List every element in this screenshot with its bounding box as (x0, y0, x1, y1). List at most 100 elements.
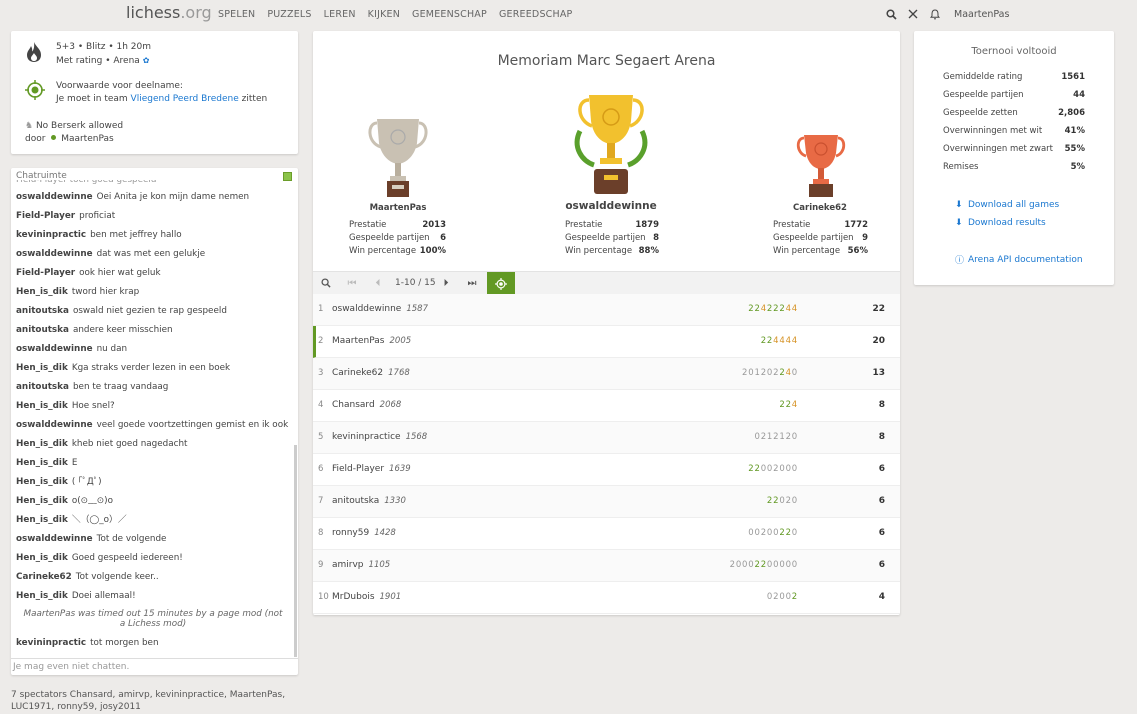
last-page-icon[interactable]: ⏭ (459, 272, 485, 294)
score-sheet: 22020 (767, 496, 798, 506)
chat-scrollbar[interactable] (294, 445, 297, 657)
chat-message: Hen_is_dik o(⊙﹏⊙)o (11, 492, 295, 511)
prev-page-icon[interactable]: ⏴ (365, 272, 391, 294)
player-name[interactable]: Carineke62 1768 (332, 368, 410, 378)
rank: 10 (318, 592, 329, 602)
nav-link-watch[interactable]: KIJKEN (368, 9, 400, 20)
chat-username[interactable]: Hen_is_dik (16, 287, 68, 297)
chat-username[interactable]: kevininpractic (16, 638, 86, 648)
standings-row[interactable]: 1 oswalddewinne 1587 22422244 22 (313, 294, 900, 326)
standings-row[interactable]: 5 kevininpractice 1568 0212120 8 (313, 422, 900, 454)
chat-text: nu dan (96, 344, 128, 354)
player-rating: 1428 (374, 528, 396, 538)
online-dot-icon (51, 135, 57, 140)
nav-link-play[interactable]: SPELEN (218, 9, 255, 20)
rank: 3 (318, 368, 324, 378)
standings-row[interactable]: 3 Carineke62 1768 201202240 13 (313, 358, 900, 390)
target-icon (25, 80, 45, 103)
standings-row[interactable]: 2 MaartenPas 2005 224444 20 (313, 326, 900, 358)
game-score: 0 (791, 368, 798, 378)
total-score: 20 (872, 336, 885, 346)
download-icon: ⬇ (955, 200, 963, 210)
chat-message: anitoutska ben te traag vandaag (11, 378, 295, 397)
nav-link-tools[interactable]: GEREEDSCHAP (499, 9, 573, 20)
standings-pager: ⏮ ⏴ 1-10 / 15 ⏵ ⏭ (313, 271, 900, 295)
player-name[interactable]: amirvp 1105 (332, 560, 390, 570)
bell-icon[interactable] (928, 7, 942, 21)
berserk-icon: ♞ (25, 121, 34, 131)
chat-username[interactable]: oswalddewinne (16, 534, 93, 544)
total-score: 6 (878, 464, 885, 474)
api-docs-link[interactable]: ⓘ Arena API documentation (955, 253, 1083, 267)
standings-table: 1 oswalddewinne 1587 22422244 22 2 MaartenPas 2… (313, 294, 900, 614)
chat-username[interactable]: Hen_is_dik (16, 591, 68, 601)
chat-text: Hoe snel? (71, 401, 115, 411)
chat-username[interactable]: anitoutska (16, 325, 69, 335)
chat-message: Hen_is_dik kheb niet goed nagedacht (11, 435, 295, 454)
player-name[interactable]: MrDubois 1901 (332, 592, 401, 602)
player-name[interactable]: Chansard 2068 (332, 400, 401, 410)
chat-username[interactable]: anitoutska (16, 382, 69, 392)
standings-row[interactable]: 7 anitoutska 1330 22020 6 (313, 486, 900, 518)
player-rating: 1768 (388, 368, 410, 378)
chat-username[interactable]: Hen_is_dik (16, 553, 68, 563)
first-page-icon[interactable]: ⏮ (339, 272, 365, 294)
player-name[interactable]: kevininpractice 1568 (332, 432, 427, 442)
chat-message: kevininpractic tot morgen ben (11, 634, 295, 653)
tournament-summary: Toernooi voltooid Gemiddelde rating 1561 … (914, 31, 1114, 285)
chat-username[interactable]: Field-Player (16, 211, 75, 221)
chat-input[interactable]: Je mag even niet chatten. (11, 658, 298, 675)
chat-message: Hen_is_dik Goed gespeeld iedereen! (11, 549, 295, 568)
creator-link[interactable]: MaartenPas (61, 134, 114, 144)
player-name[interactable]: oswalddewinne 1587 (332, 304, 428, 314)
player-name[interactable]: Field-Player 1639 (332, 464, 411, 474)
player-name[interactable]: anitoutska 1330 (332, 496, 406, 506)
chat-username[interactable]: Carineke62 (16, 572, 72, 582)
podium-first-name[interactable]: oswalddewinne (551, 200, 671, 212)
chat-username[interactable]: Hen_is_dik (16, 401, 68, 411)
download-games-link[interactable]: ⬇ Download all games (955, 200, 1059, 210)
score-sheet: 22002000 (748, 464, 798, 474)
chat-username[interactable]: oswalddewinne (16, 192, 93, 202)
player-rating: 1105 (368, 560, 391, 570)
chat-username[interactable]: Hen_is_dik (16, 496, 68, 506)
podium-second-name[interactable]: MaartenPas (353, 203, 443, 213)
chat-username[interactable]: oswalddewinne (16, 249, 93, 259)
podium-third-name[interactable]: Carineke62 (775, 203, 865, 213)
chat-messages[interactable]: Field-Player toch goed gespeeld oswaldde… (11, 180, 295, 657)
chat-username[interactable]: Hen_is_dik (16, 363, 68, 373)
standings-row[interactable]: 9 amirvp 1105 20002200000 6 (313, 550, 900, 582)
tournament-variant: Met rating • Arena ✿ (56, 56, 150, 66)
search-player-icon[interactable] (313, 272, 339, 294)
chat-username[interactable]: Hen_is_dik (16, 515, 68, 525)
standings-row[interactable]: 6 Field-Player 1639 22002000 6 (313, 454, 900, 486)
player-name[interactable]: ronny59 1428 (332, 528, 396, 538)
standings-row[interactable]: 10 MrDubois 1901 02002 4 (313, 582, 900, 614)
chat-text: tword hier krap (71, 287, 140, 297)
team-link[interactable]: Vliegend Peerd Bredene (131, 94, 239, 104)
user-menu[interactable]: MaartenPas (954, 9, 1009, 20)
standings-row[interactable]: 8 ronny59 1428 00200220 6 (313, 518, 900, 550)
chat-message: Hen_is_dik( ｢ﾟДﾟ) (11, 473, 295, 492)
player-name[interactable]: MaartenPas 2005 (332, 336, 411, 346)
download-results-link[interactable]: ⬇ Download results (955, 218, 1046, 228)
close-icon[interactable] (906, 7, 920, 21)
nav-link-learn[interactable]: LEREN (324, 9, 356, 20)
chat-username[interactable]: oswalddewinne (16, 420, 93, 430)
chat-username[interactable]: anitoutska (16, 306, 69, 316)
search-icon[interactable] (884, 7, 898, 21)
chat-username[interactable]: Hen_is_dik (16, 477, 68, 487)
chat-message: kevininpractic ben met jeffrey hallo (11, 226, 295, 245)
chat-username[interactable]: oswalddewinne (16, 344, 93, 354)
chat-username[interactable]: kevininpractic (16, 230, 86, 240)
settings-icon[interactable]: ✿ (143, 56, 150, 65)
chat-username[interactable]: Hen_is_dik (16, 458, 68, 468)
nav-link-community[interactable]: GEMEENSCHAP (412, 9, 487, 20)
site-logo[interactable]: lichess.org (126, 3, 212, 22)
chat-username[interactable]: Hen_is_dik (16, 439, 68, 449)
my-position-button[interactable] (487, 272, 515, 295)
chat-username[interactable]: Field-Player (16, 268, 75, 278)
standings-row[interactable]: 4 Chansard 2068 224 8 (313, 390, 900, 422)
nav-link-puzzles[interactable]: PUZZELS (267, 9, 311, 20)
next-page-icon[interactable]: ⏵ (433, 272, 459, 294)
